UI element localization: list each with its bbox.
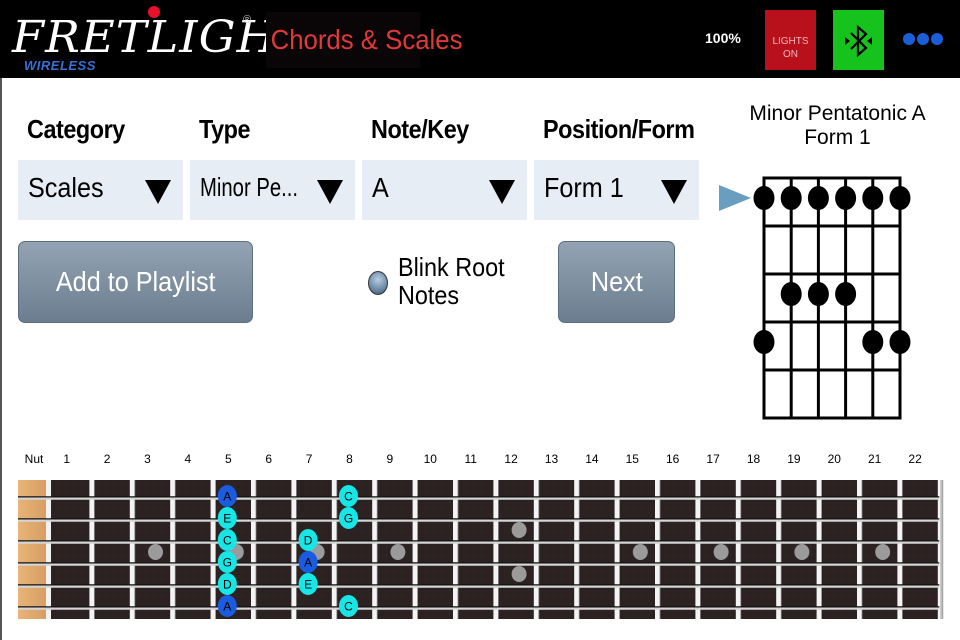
type-value: Minor Pe... — [200, 172, 299, 202]
diagram-title: Minor Pentatonic A Form 1 — [730, 102, 945, 150]
diagram-dot — [807, 186, 829, 210]
diagram-title-line2: Form 1 — [804, 126, 871, 149]
fret-label: 11 — [464, 452, 477, 466]
fret-label: 16 — [666, 452, 680, 466]
dropdown-arrow-icon — [661, 180, 687, 204]
diagram-dot — [753, 186, 775, 210]
note-key-dropdown[interactable]: A — [362, 160, 527, 220]
dropdown-arrow-icon — [317, 180, 343, 204]
fret-number-row: Nut 1 2 3 4 5 6 7 8 9 10 11 12 13 14 15 16 17 18 19 20 21 22 — [0, 452, 960, 470]
fret-label: 21 — [868, 452, 882, 466]
fret-label: 14 — [585, 452, 599, 466]
add-to-playlist-label: Add to Playlist — [55, 266, 216, 297]
fret-label: 22 — [908, 452, 922, 466]
diagram-dot — [780, 282, 802, 306]
next-label: Next — [590, 266, 643, 297]
diagram-dot — [835, 282, 857, 306]
app-title: Chords & Scales — [266, 12, 462, 68]
lights-on-button[interactable]: LIGHTS ON — [765, 10, 816, 70]
position-form-label: Position/Form — [543, 114, 695, 144]
diagram-dot — [889, 330, 911, 354]
category-value: Scales — [28, 172, 104, 203]
fret-label: 12 — [504, 452, 518, 466]
position-marker-icon — [719, 185, 751, 211]
category-label: Category — [27, 114, 125, 144]
diagram-dot — [862, 186, 884, 210]
lights-label-1: LIGHTS — [772, 36, 809, 47]
add-to-playlist-button[interactable]: Add to Playlist — [18, 241, 253, 323]
fret-label: 1 — [63, 452, 71, 466]
blink-label-line2: Notes — [398, 280, 460, 310]
fret-label: 8 — [346, 452, 353, 466]
diagram-dot — [835, 186, 857, 210]
category-dropdown[interactable]: Scales — [18, 160, 183, 220]
blink-label-line1: Blink Root — [398, 252, 505, 282]
logo-subtitle: WIRELESS — [24, 58, 96, 73]
fret-label-nut: Nut — [24, 452, 44, 466]
battery-level: 100% — [705, 30, 741, 46]
diagram-dot — [889, 186, 911, 210]
diagram-dot — [862, 330, 884, 354]
fret-label: 15 — [625, 452, 639, 466]
fret-label: 13 — [544, 452, 559, 466]
dropdown-arrow-icon — [145, 180, 171, 204]
fret-label: 5 — [224, 452, 232, 466]
scale-diagram — [719, 176, 911, 420]
type-label: Type — [199, 114, 251, 144]
more-dot — [917, 33, 929, 45]
blink-root-notes-radio[interactable] — [368, 271, 388, 295]
next-button[interactable]: Next — [558, 241, 675, 323]
diagram-dot — [807, 282, 829, 306]
bluetooth-button[interactable] — [833, 10, 884, 70]
fret-label: 2 — [103, 452, 111, 466]
more-dot — [903, 33, 915, 45]
position-form-dropdown[interactable]: Form 1 — [534, 160, 699, 220]
fret-label: 3 — [144, 452, 151, 466]
fret-label: 6 — [265, 452, 273, 466]
fret-label: 18 — [746, 452, 761, 466]
diagram-dot — [753, 330, 775, 354]
bluetooth-icon — [845, 24, 872, 58]
more-dot — [931, 33, 943, 45]
fret-label: 19 — [787, 452, 801, 466]
more-button[interactable] — [903, 32, 945, 48]
fret-label: 17 — [706, 452, 720, 466]
top-bar: FRETLIGHT ® WIRELESS Chords & Scales 100… — [0, 0, 960, 78]
dropdown-arrow-icon — [489, 180, 515, 204]
fret-label: 10 — [423, 452, 437, 466]
fret-label: 20 — [827, 452, 841, 466]
lights-label-2: ON — [783, 49, 798, 60]
type-dropdown[interactable]: Minor Pe... — [190, 160, 355, 220]
note-key-label: Note/Key — [371, 114, 469, 144]
fret-label: 4 — [184, 452, 192, 466]
logo-registered-mark: ® — [243, 14, 252, 26]
diagram-dot — [780, 186, 802, 210]
fret-label: 7 — [305, 452, 313, 466]
diagram-title-line1: Minor Pentatonic A — [749, 102, 926, 125]
fret-label: 9 — [386, 452, 394, 466]
fretlight-logo: FRETLIGHT ® WIRELESS — [12, 6, 309, 74]
note-key-value: A — [372, 172, 389, 203]
blink-root-notes-label: Blink Root Notes — [398, 253, 505, 309]
position-form-value: Form 1 — [544, 172, 624, 203]
